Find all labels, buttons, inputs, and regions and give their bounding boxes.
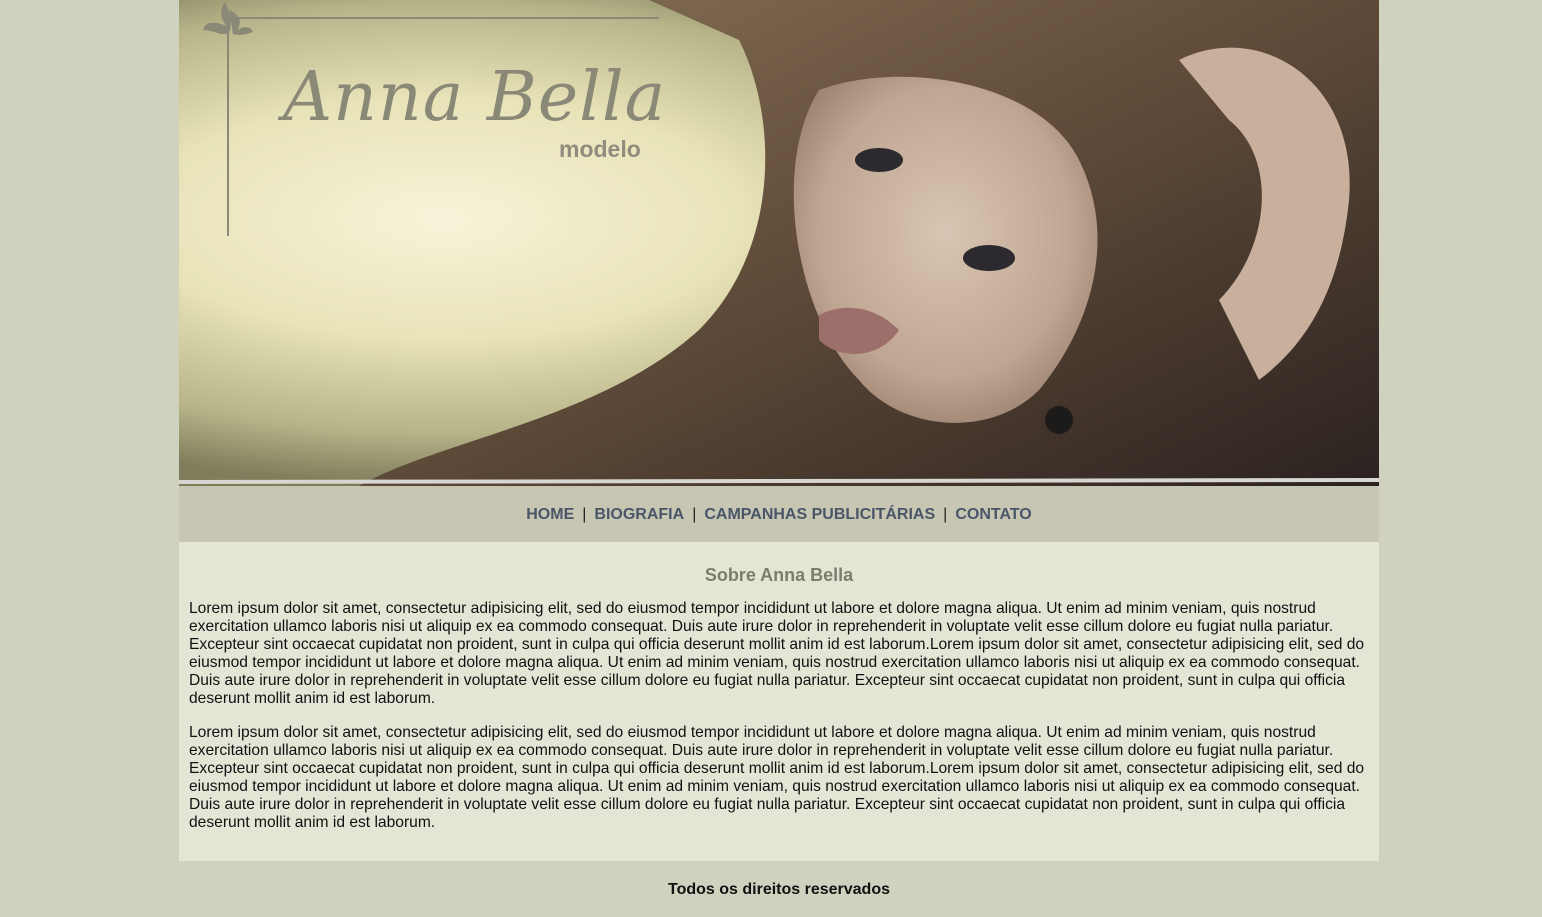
nav-item-contato[interactable]: CONTATO: [955, 506, 1031, 523]
nav-item-campanhas[interactable]: CAMPANHAS PUBLICITÁRIAS: [704, 506, 935, 523]
brand-logo[interactable]: Anna Bella modelo: [199, 0, 669, 240]
brand-name: Anna Bella: [283, 58, 667, 137]
nav-separator: |: [582, 506, 587, 523]
header-banner: Anna Bella modelo: [179, 0, 1379, 486]
page-title: Sobre Anna Bella: [704, 565, 854, 585]
nav-item-biografia[interactable]: BIOGRAFIA: [594, 506, 684, 523]
page-container: Anna Bella modelo HOME | BIOGRAFIA | CAMPANH…: [179, 0, 1379, 899]
footer-text: Todos os direitos reservados: [668, 881, 890, 898]
brand-subtitle: modelo: [559, 136, 641, 162]
nav-separator: |: [692, 506, 697, 523]
nav-separator: |: [943, 506, 948, 523]
main-navigation: HOME | BIOGRAFIA | CAMPANHAS PUBLICITÁRIAS | C…: [179, 486, 1379, 542]
nav-item-home[interactable]: HOME: [526, 506, 574, 523]
main-content: Sobre Anna Bella Lorem ipsum dolor sit a…: [179, 542, 1379, 861]
content-paragraph: Lorem ipsum dolor sit amet, consectetur …: [189, 600, 1365, 707]
content-paragraph: Lorem ipsum dolor sit amet, consectetur …: [189, 724, 1365, 831]
